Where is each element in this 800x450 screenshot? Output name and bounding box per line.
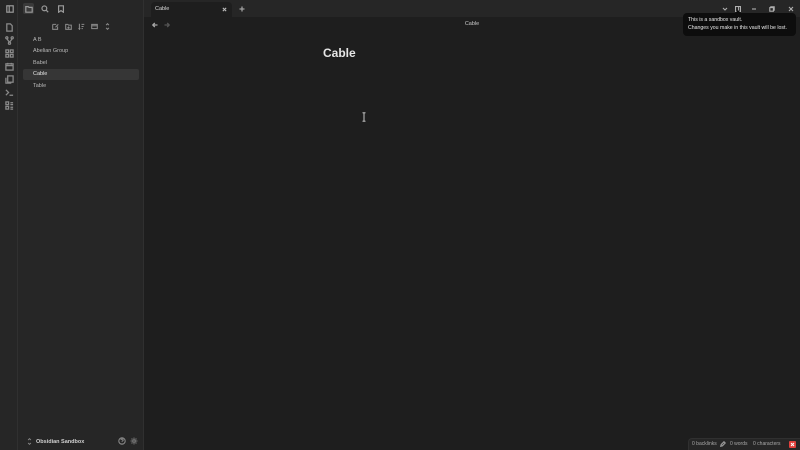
file-item[interactable]: Table [23, 81, 139, 92]
sort-icon[interactable] [76, 21, 86, 31]
pencil-icon[interactable] [719, 440, 727, 448]
tooltip-line: This is a sandbox vault. [688, 17, 743, 23]
vault-switcher[interactable]: Obsidian Sandbox [27, 437, 84, 446]
file-explorer-actions [18, 20, 144, 32]
collapse-all-icon[interactable] [89, 21, 99, 31]
backlinks-count[interactable]: 0 backlinks [692, 441, 717, 447]
sidebar-footer: Obsidian Sandbox [18, 432, 144, 450]
templates-icon[interactable] [4, 100, 14, 110]
text-cursor-icon [362, 112, 366, 122]
chevron-down-icon[interactable] [720, 4, 729, 13]
sandbox-tooltip: This is a sandbox vault. Changes you mak… [683, 10, 796, 36]
open-quick-switcher-icon[interactable] [4, 22, 14, 32]
tooltip-line: Changes you make in this vault will be l… [688, 25, 787, 31]
ribbon [0, 0, 18, 450]
help-icon[interactable] [117, 436, 126, 445]
window-close-icon[interactable] [786, 4, 795, 13]
tab-title: Cable [155, 5, 170, 12]
tooltip-arrow [735, 10, 741, 13]
terminal-icon[interactable] [4, 87, 14, 97]
new-tab-icon[interactable] [237, 4, 246, 13]
file-item[interactable]: A B [23, 35, 139, 46]
vault-name: Obsidian Sandbox [36, 438, 85, 445]
folder-icon[interactable] [23, 3, 34, 14]
close-icon[interactable] [221, 6, 228, 13]
file-explorer-sidebar: A B Abelian Group Babel Cable Table Obsi… [5, 0, 144, 450]
file-item-active[interactable]: Cable [23, 69, 139, 81]
sync-status-icon[interactable] [789, 441, 796, 448]
graph-view-icon[interactable] [4, 35, 14, 45]
new-note-icon[interactable] [50, 21, 60, 31]
bookmark-icon[interactable] [55, 3, 66, 14]
sidebar-tab-header [5, 0, 144, 17]
new-folder-icon[interactable] [63, 21, 73, 31]
file-list: A B Abelian Group Babel Cable Table [23, 35, 139, 92]
file-item[interactable]: Abelian Group [23, 46, 139, 57]
character-count: 0 characters [753, 441, 781, 447]
word-count: 0 words [730, 441, 748, 447]
note-inline-title[interactable]: Cable [323, 46, 356, 60]
settings-gear-icon[interactable] [129, 436, 138, 445]
tab-cable[interactable]: Cable [151, 2, 232, 17]
calendar-icon[interactable] [4, 61, 14, 71]
search-icon[interactable] [39, 3, 50, 14]
chevron-up-down-icon [27, 438, 32, 445]
status-bar: 0 backlinks 0 words 0 characters [688, 438, 800, 450]
file-item[interactable]: Babel [23, 58, 139, 69]
minimize-icon[interactable] [749, 4, 758, 13]
restore-icon[interactable] [767, 4, 776, 13]
pages-icon[interactable] [4, 74, 14, 84]
canvas-icon[interactable] [4, 48, 14, 58]
sidebar-toggle-icon[interactable] [4, 3, 15, 14]
expand-icon[interactable] [102, 21, 112, 31]
